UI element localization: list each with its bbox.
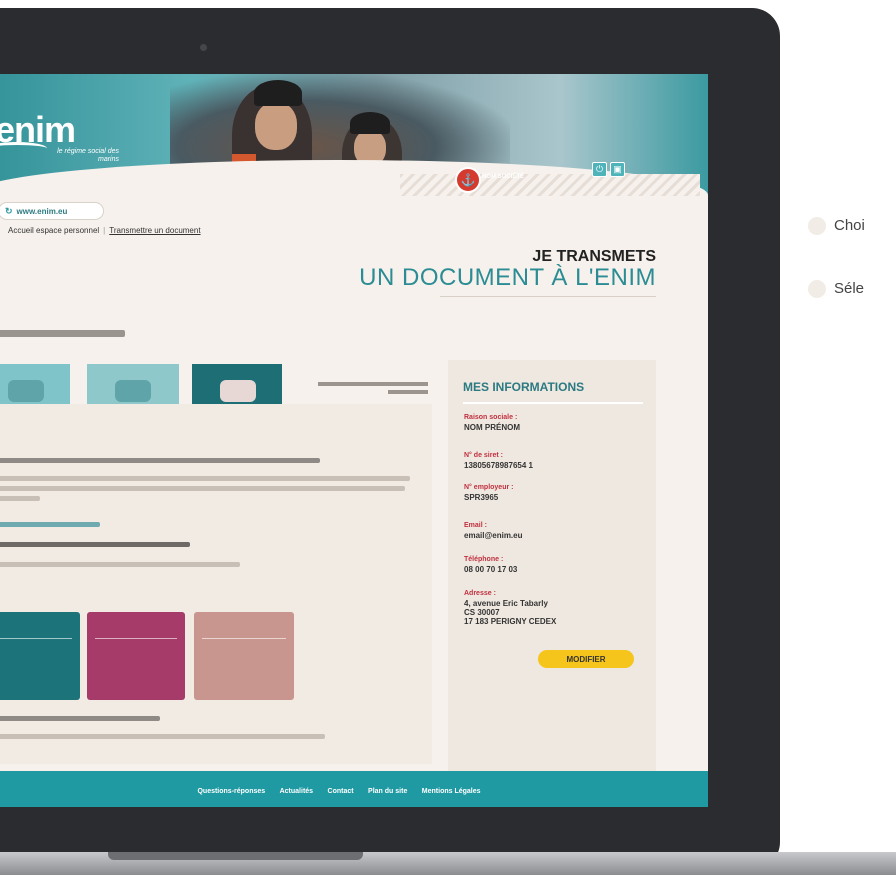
option-block[interactable] [0, 612, 80, 700]
field-label: Adresse : [464, 590, 496, 597]
footer-link-contact[interactable]: Contact [328, 788, 354, 795]
anchor-icon[interactable]: ⚓ [455, 167, 481, 193]
legend-dot-icon [808, 280, 826, 299]
theme-section-heading-blurred [0, 330, 125, 337]
field-value: 17 183 PERIGNY CEDEX [464, 617, 557, 626]
field-label: Email : [464, 522, 487, 529]
blurred-text [0, 496, 40, 501]
website-screen: enim le régime social des marins ⚓ NOM S… [0, 74, 708, 836]
side-legend-item: Séle [808, 280, 896, 299]
block-divider [0, 638, 72, 639]
breadcrumb-separator: | [103, 226, 106, 235]
site-link-label: www.enim.eu [16, 207, 68, 216]
breadcrumb-current[interactable]: Transmettre un document [109, 226, 200, 235]
site-header: enim le régime social des marins ⚓ NOM S… [0, 74, 708, 196]
block-divider [202, 638, 286, 639]
field-value: 08 00 70 17 03 [464, 565, 518, 574]
option-block[interactable] [194, 612, 294, 700]
footer-link-sitemap[interactable]: Plan du site [368, 788, 407, 795]
sailor-face [255, 102, 297, 150]
option-block[interactable] [87, 612, 185, 700]
footer-link-legal[interactable]: Mentions Légales [422, 788, 481, 795]
field-value: email@enim.eu [464, 531, 523, 540]
field-label: N° employeur : [464, 484, 514, 491]
logo-tagline: le régime social des marins [57, 148, 119, 163]
laptop-notch [108, 852, 363, 860]
content-panel [0, 404, 432, 764]
enim-logo[interactable]: enim le régime social des marins [0, 112, 119, 163]
footer-link-faq[interactable]: Questions-réponses [197, 788, 265, 795]
refresh-icon: ↻ [5, 206, 13, 216]
power-icon[interactable]: ⏻ [592, 162, 607, 177]
field-value: NOM PRÉNOM [464, 423, 520, 432]
camera-dot [200, 44, 207, 51]
field-value: SPR3965 [464, 493, 499, 502]
blurred-text [0, 562, 240, 567]
screen-bezel [0, 807, 708, 836]
field-value: 13805678987654 1 [464, 461, 533, 470]
blurred-text [0, 542, 190, 547]
sailor-hat [350, 112, 390, 134]
theme-hint-blurred [300, 382, 428, 394]
theme-illustration [8, 380, 44, 402]
site-link[interactable]: ↻ www.enim.eu [0, 202, 104, 220]
laptop-frame: enim le régime social des marins ⚓ NOM S… [0, 8, 780, 870]
blurred-text [0, 458, 320, 463]
field-label: Raison sociale : [464, 414, 518, 421]
field-value: CS 30007 [464, 608, 500, 617]
modify-button[interactable]: MODIFIER [538, 650, 634, 668]
blurred-text [0, 522, 100, 527]
field-value: 4, avenue Eric Tabarly [464, 599, 548, 608]
decorative-stripes [400, 174, 700, 196]
blurred-text [0, 476, 410, 481]
settings-icon[interactable]: ▣ [610, 162, 625, 177]
side-legend-label: Choi [834, 217, 865, 234]
sidebar-title: MES INFORMATIONS [463, 380, 585, 394]
theme-illustration [220, 380, 256, 402]
blurred-text [0, 486, 405, 491]
legend-dot-icon [808, 217, 826, 236]
company-name[interactable]: NOM SOCIÉTÉ [482, 174, 524, 180]
blurred-text [0, 716, 160, 721]
field-label: Téléphone : [464, 556, 504, 563]
field-label: N° de siret : [464, 452, 503, 459]
sidebar-divider [463, 402, 643, 404]
info-sidebar: MES INFORMATIONS Raison sociale : NOM PR… [448, 360, 656, 772]
breadcrumb: Accueil espace personnel | Transmettre un … [8, 226, 201, 235]
sailor-hat [254, 80, 302, 106]
theme-illustration [115, 380, 151, 402]
site-footer: Questions-réponses Actualités Contact Pl… [0, 771, 708, 807]
breadcrumb-home[interactable]: Accueil espace personnel [8, 226, 99, 235]
footer-links: Questions-réponses Actualités Contact Pl… [0, 771, 708, 810]
footer-link-news[interactable]: Actualités [280, 788, 313, 795]
side-legend-item: Choi [808, 217, 896, 236]
page-title-line2: UN DOCUMENT À L'ENIM [359, 264, 656, 291]
block-divider [95, 638, 177, 639]
side-legend-label: Séle [834, 280, 865, 297]
blurred-text [0, 734, 325, 739]
title-underline [440, 296, 656, 297]
